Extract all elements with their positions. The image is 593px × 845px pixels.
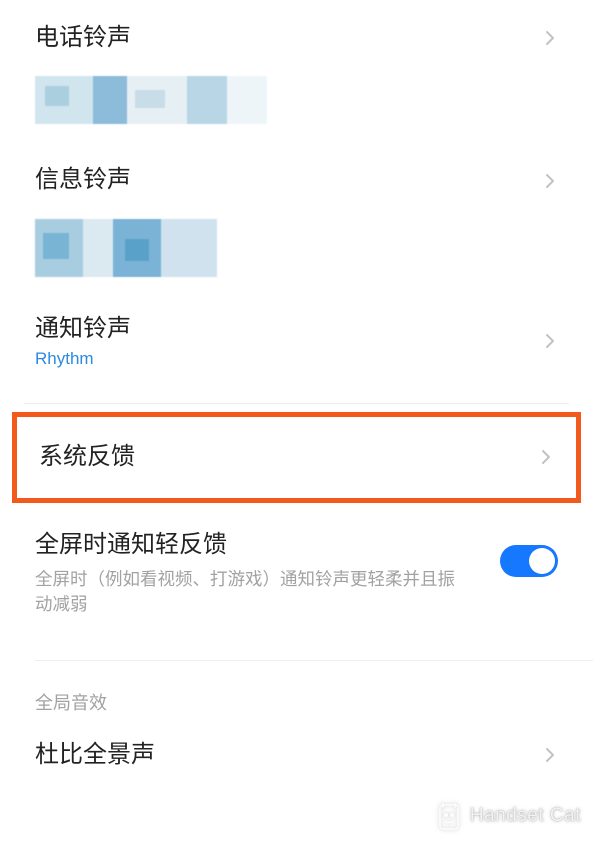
chevron-right-icon xyxy=(542,30,558,46)
row-text: 杜比全景声 xyxy=(35,739,532,771)
row-fullscreen-feedback[interactable]: 全屏时通知轻反馈 全屏时（例如看视频、打游戏）通知铃声更轻柔并且振动减弱 xyxy=(0,511,593,636)
row-title: 杜比全景声 xyxy=(35,739,532,771)
row-title: 全屏时通知轻反馈 xyxy=(35,529,455,561)
chevron-right-icon xyxy=(542,333,558,349)
phone-ringtone-preview-blurred xyxy=(0,76,593,142)
row-text: 全屏时通知轻反馈 全屏时（例如看视频、打游戏）通知铃声更轻柔并且振动减弱 xyxy=(35,529,455,618)
row-text: 系统反馈 xyxy=(39,441,528,473)
row-message-ringtone[interactable]: 信息铃声 xyxy=(0,142,593,218)
chevron-right-icon xyxy=(542,747,558,763)
row-text: 电话铃声 xyxy=(35,22,532,54)
row-title: 通知铃声 xyxy=(35,313,532,345)
highlight-box: 系统反馈 xyxy=(12,412,581,502)
watermark: Handset Cat xyxy=(436,801,581,831)
row-title: 信息铃声 xyxy=(35,164,532,196)
toggle-switch[interactable] xyxy=(500,545,558,577)
section-label-global-audio: 全局音效 xyxy=(0,661,593,721)
row-text: 信息铃声 xyxy=(35,164,532,196)
row-title: 电话铃声 xyxy=(35,22,532,54)
divider xyxy=(24,403,569,404)
row-dolby-atmos[interactable]: 杜比全景声 xyxy=(0,721,593,789)
watermark-text: Handset Cat xyxy=(470,805,581,827)
chevron-right-icon xyxy=(542,173,558,189)
row-system-feedback[interactable]: 系统反馈 xyxy=(17,417,576,497)
row-text: 通知铃声 Rhythm xyxy=(35,313,532,369)
row-description: 全屏时（例如看视频、打游戏）通知铃声更轻柔并且振动减弱 xyxy=(35,567,455,618)
message-ringtone-preview-blurred xyxy=(0,219,593,295)
row-phone-ringtone[interactable]: 电话铃声 xyxy=(0,0,593,76)
chevron-right-icon xyxy=(538,449,554,465)
row-subtitle: Rhythm xyxy=(35,349,532,369)
row-title: 系统反馈 xyxy=(39,441,528,473)
row-notification-ringtone[interactable]: 通知铃声 Rhythm xyxy=(0,295,593,387)
